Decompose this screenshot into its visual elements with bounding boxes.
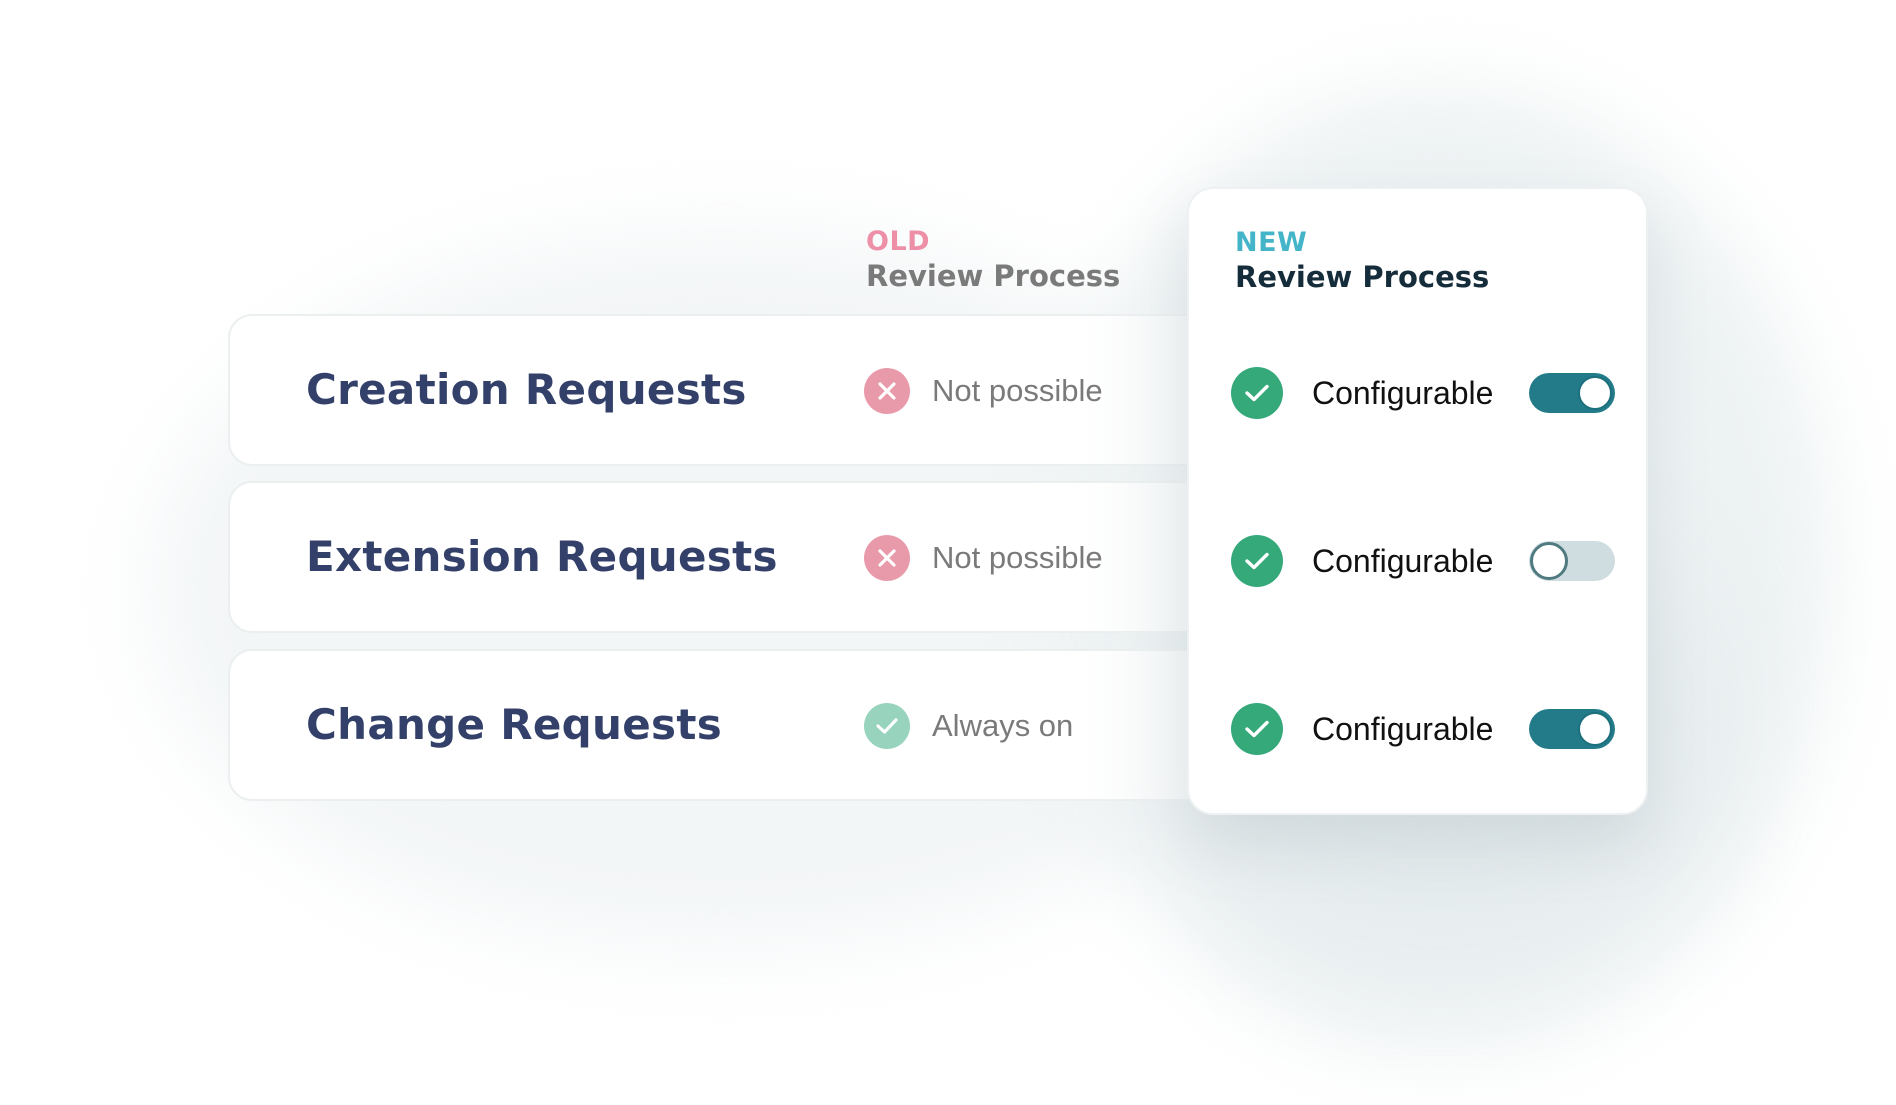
old-status: Not possible <box>864 368 1103 414</box>
new-column-header: NEW Review Process <box>1235 227 1489 295</box>
old-status-text: Always on <box>932 708 1074 743</box>
creation-requests-toggle[interactable] <box>1529 373 1615 413</box>
new-status-text: Configurable <box>1312 542 1494 579</box>
new-status-extension: Configurable <box>1231 535 1631 587</box>
new-column-title: Review Process <box>1235 260 1490 294</box>
comparison-row-change: Change Requests Always on <box>228 649 1248 801</box>
new-process-card: NEW Review Process Configurable Configur… <box>1187 187 1648 815</box>
new-status-text: Configurable <box>1312 374 1494 411</box>
old-status-text: Not possible <box>932 373 1103 408</box>
new-tag: NEW <box>1235 227 1308 258</box>
row-label: Creation Requests <box>306 365 747 414</box>
check-circle-icon <box>1231 703 1283 755</box>
change-requests-toggle[interactable] <box>1529 709 1615 749</box>
row-label: Extension Requests <box>306 532 778 581</box>
x-circle-icon <box>864 368 910 414</box>
comparison-row-extension: Extension Requests Not possible <box>228 481 1248 633</box>
toggle-knob <box>1530 542 1568 580</box>
old-status: Always on <box>864 703 1073 749</box>
extension-requests-toggle[interactable] <box>1529 541 1615 581</box>
new-status-creation: Configurable <box>1231 367 1631 419</box>
check-circle-icon <box>864 703 910 749</box>
old-column-title: Review Process <box>866 259 1121 293</box>
comparison-row-creation: Creation Requests Not possible <box>228 314 1248 466</box>
row-label: Change Requests <box>306 700 722 749</box>
x-circle-icon <box>864 535 910 581</box>
old-tag: OLD <box>866 226 931 257</box>
new-status-text: Configurable <box>1312 710 1494 747</box>
check-circle-icon <box>1231 367 1283 419</box>
old-status-text: Not possible <box>932 540 1103 575</box>
toggle-knob <box>1578 712 1612 746</box>
new-status-change: Configurable <box>1231 703 1631 755</box>
check-circle-icon <box>1231 535 1283 587</box>
old-column-header: OLD Review Process <box>866 226 1120 294</box>
toggle-knob <box>1578 376 1612 410</box>
old-status: Not possible <box>864 535 1103 581</box>
